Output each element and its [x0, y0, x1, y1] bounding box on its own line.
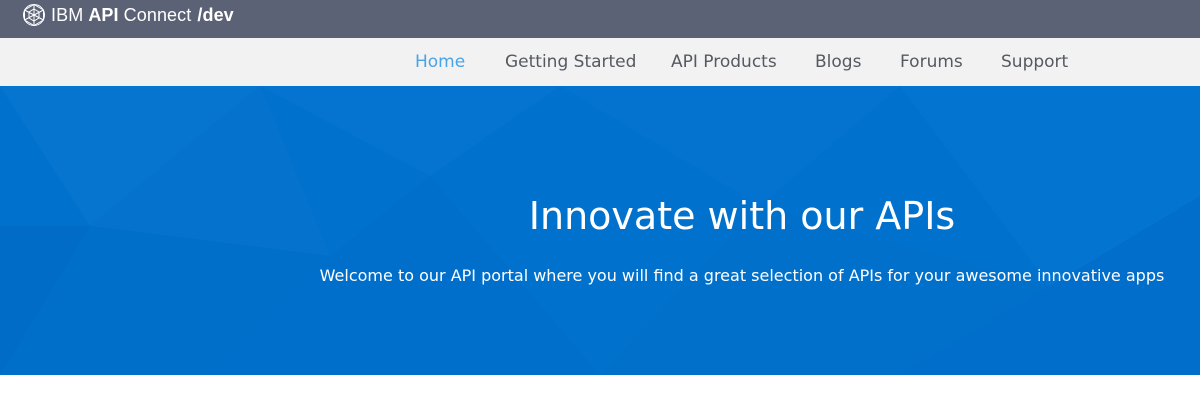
brand-dev: /dev [197, 5, 234, 25]
hero-banner: Innovate with our APIs Welcome to our AP… [0, 86, 1200, 375]
nav-item-home[interactable]: Home [415, 38, 465, 86]
nav-item-blogs[interactable]: Blogs [815, 38, 861, 86]
brand-connect: Connect [123, 5, 192, 25]
brand-logo-link[interactable]: IBM API Connect /dev [22, 0, 234, 34]
hero-subtitle: Welcome to our API portal where you will… [319, 266, 1165, 285]
brand-api: API [88, 5, 119, 25]
nav-item-support[interactable]: Support [1001, 38, 1068, 86]
nav-item-getting-started[interactable]: Getting Started [505, 38, 636, 86]
main-nav: Home Getting Started API Products Blogs … [0, 38, 1200, 86]
ibm-globe-logo-icon [23, 3, 45, 27]
nav-item-api-products[interactable]: API Products [671, 38, 777, 86]
brand-ibm: IBM [51, 5, 84, 25]
nav-item-forums[interactable]: Forums [900, 38, 963, 86]
page-content-area [0, 375, 1200, 410]
hero-title: Innovate with our APIs [528, 194, 956, 238]
top-bar: IBM API Connect /dev [0, 0, 1200, 38]
